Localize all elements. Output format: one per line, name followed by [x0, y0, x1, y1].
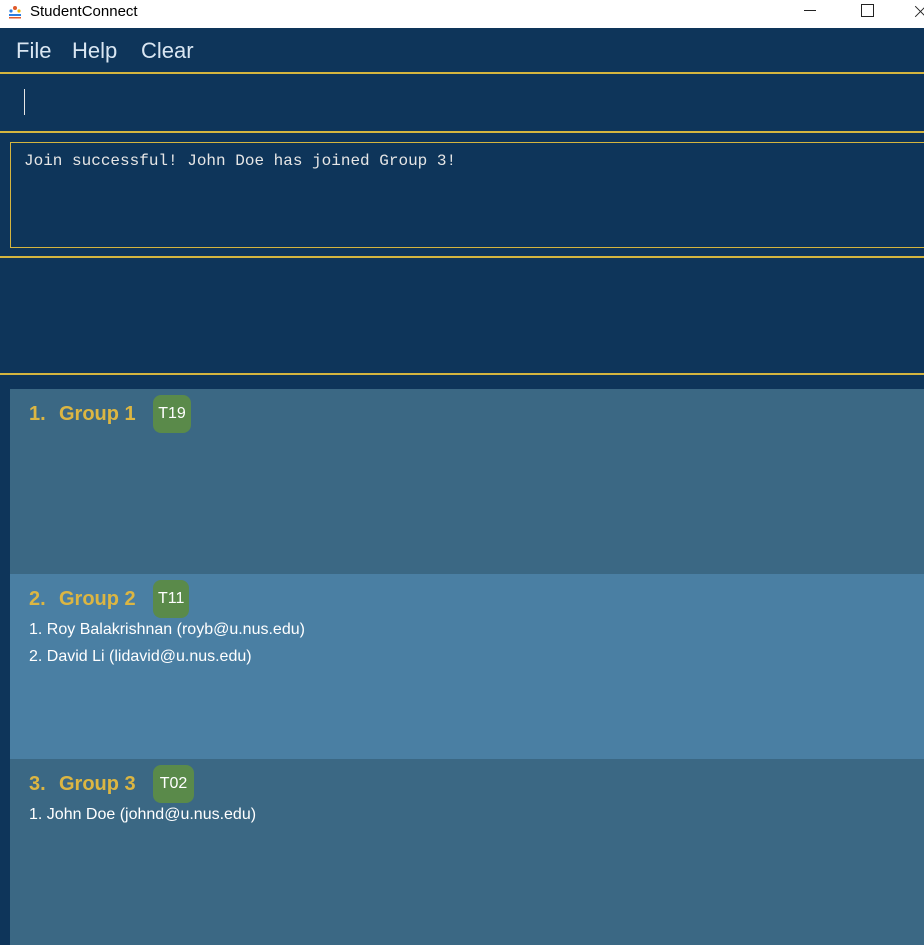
result-display: Join successful! John Doe has joined Gro…	[10, 142, 924, 248]
group-name: Group 3	[59, 773, 136, 795]
result-message: Join successful! John Doe has joined Gro…	[24, 152, 457, 170]
group-tag: T02	[153, 765, 194, 803]
maximize-icon[interactable]	[844, 0, 890, 28]
group-name: Group 2	[59, 588, 136, 610]
app-logo-icon	[9, 6, 21, 19]
group-card[interactable]: 1. Group 1 T19	[10, 389, 924, 574]
group-tag: T11	[153, 580, 189, 618]
divider	[0, 72, 924, 74]
title-bar: StudentConnect	[0, 0, 924, 28]
divider	[0, 373, 924, 375]
group-index: 1.	[29, 403, 46, 425]
group-card[interactable]: 2. Group 2 T11 1. Roy Balakrishnan (royb…	[10, 574, 924, 759]
divider	[0, 131, 924, 133]
window-title: StudentConnect	[30, 3, 138, 20]
minimize-icon[interactable]	[786, 0, 832, 28]
menu-bar: File Help Clear	[0, 28, 924, 72]
group-card[interactable]: 3. Group 3 T02 1. John Doe (johnd@u.nus.…	[10, 759, 924, 945]
group-name: Group 1	[59, 403, 136, 425]
menu-file[interactable]: File	[16, 38, 51, 64]
group-member: 2. David Li (lidavid@u.nus.edu)	[29, 648, 252, 665]
group-member: 1. John Doe (johnd@u.nus.edu)	[29, 806, 257, 823]
menu-clear[interactable]: Clear	[141, 38, 194, 64]
text-caret	[24, 89, 25, 115]
group-index: 2.	[29, 588, 46, 610]
group-member: 1. Roy Balakrishnan (royb@u.nus.edu)	[29, 621, 305, 638]
group-list[interactable]: 1. Group 1 T19 2. Group 2 T11 1. Roy Bal…	[10, 389, 924, 945]
group-index: 3.	[29, 773, 46, 795]
divider	[0, 256, 924, 258]
group-tag: T19	[153, 395, 191, 433]
menu-help[interactable]: Help	[72, 38, 117, 64]
command-input[interactable]	[0, 75, 924, 131]
close-icon[interactable]	[900, 0, 924, 28]
